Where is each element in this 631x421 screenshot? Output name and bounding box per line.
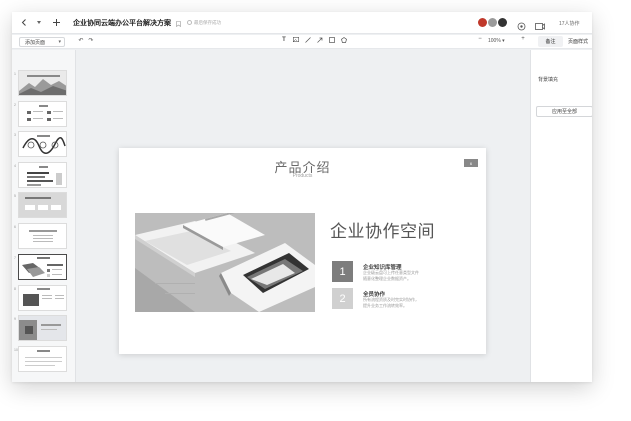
- thumbnail-item[interactable]: 8: [12, 285, 76, 311]
- tab-page-style-label: 页面样式: [567, 39, 588, 45]
- line-tool-icon[interactable]: [304, 37, 312, 45]
- slide-thumbnail-selected[interactable]: [18, 254, 67, 280]
- rectangle-tool-icon[interactable]: [328, 37, 336, 45]
- caret-down-icon: ▾: [58, 39, 61, 45]
- thumbnail-item[interactable]: 10: [12, 346, 76, 372]
- image-tool-icon[interactable]: [292, 37, 300, 44]
- slide-thumbnail[interactable]: [18, 70, 67, 96]
- editing-toolbar: 添加页面 ▾ ↶ ↷ T − 100% ▾ + 备注 页面样式: [12, 35, 592, 49]
- feature-number-box: 2: [332, 288, 353, 309]
- slide-thumbnail[interactable]: [18, 192, 67, 218]
- text-tool-icon[interactable]: T: [280, 37, 288, 43]
- thumbnail-item[interactable]: 7: [12, 254, 76, 280]
- zoom-in-icon[interactable]: +: [519, 36, 527, 42]
- avatar[interactable]: [498, 18, 507, 27]
- thumbnail-number: 5: [14, 194, 16, 198]
- editor-canvas[interactable]: 产品介绍 Products 6 企业协作空间 1 企业知识库管理 企业级云盘可上…: [77, 50, 529, 382]
- save-status-text: 最后保存成功: [194, 19, 221, 25]
- apply-all-button[interactable]: 应用至全部: [536, 106, 592, 117]
- slide-thumbnail[interactable]: [18, 223, 67, 249]
- shape-tool-icon[interactable]: [340, 37, 348, 45]
- feature-description[interactable]: 企业级云盘可上传任意类型文件随意化整理企业数据资产。: [363, 270, 419, 281]
- thumbnail-number: 8: [14, 287, 16, 291]
- zoom-level[interactable]: 100% ▾: [488, 38, 505, 44]
- slide-heading[interactable]: 企业协作空间: [330, 217, 435, 242]
- thumbnail-item[interactable]: 4: [12, 162, 76, 188]
- tab-notes-label: 备注: [545, 39, 556, 45]
- collaborator-avatars[interactable]: [477, 18, 507, 27]
- caret-down-icon[interactable]: [32, 16, 46, 30]
- apply-all-label: 应用至全部: [551, 109, 577, 115]
- background-fill-label: 背景填充: [538, 77, 559, 83]
- present-icon[interactable]: [535, 18, 545, 36]
- feature-description[interactable]: 所有流程资质及时完实时协作，提升业务工作流转效率。: [363, 297, 419, 308]
- thumbnail-number: 1: [14, 72, 16, 76]
- properties-panel: 背景填充 应用至全部: [530, 50, 592, 382]
- thumbnail-item[interactable]: 5: [12, 192, 76, 218]
- thumbnail-item[interactable]: 9: [12, 315, 76, 341]
- thumbnail-item[interactable]: 1: [12, 70, 76, 96]
- add-page-button[interactable]: 添加页面 ▾: [19, 37, 65, 47]
- plus-icon[interactable]: [49, 16, 63, 30]
- target-icon[interactable]: [517, 18, 526, 36]
- chevron-left-icon[interactable]: [17, 16, 31, 30]
- thumbnail-number: 4: [14, 164, 16, 168]
- avatar[interactable]: [488, 18, 497, 27]
- arrow-tool-icon[interactable]: [316, 37, 324, 45]
- slide[interactable]: 产品介绍 Products 6 企业协作空间 1 企业知识库管理 企业级云盘可上…: [119, 148, 486, 354]
- thumbnail-number: 9: [14, 317, 16, 321]
- bookmark-icon[interactable]: [176, 14, 181, 32]
- save-status: 最后保存成功: [187, 20, 221, 26]
- status-dot-icon: [187, 20, 192, 25]
- thumbnail-number: 6: [14, 225, 16, 229]
- slide-thumbnail[interactable]: [18, 285, 67, 311]
- thumbnail-item[interactable]: 6: [12, 223, 76, 249]
- avatar[interactable]: [478, 18, 487, 27]
- tab-notes[interactable]: 备注: [538, 36, 563, 47]
- top-bar: 企业协同云端办公平台解决方案 最后保存成功 17人协作: [12, 12, 592, 34]
- zoom-value: 100%: [488, 38, 501, 44]
- document-title[interactable]: 企业协同云端办公平台解决方案: [73, 18, 171, 28]
- slide-thumbnail[interactable]: [18, 346, 67, 372]
- slide-thumbnails-panel[interactable]: 1 2 3 4 5 6 7 8 9 10: [12, 50, 76, 382]
- tab-page-style[interactable]: 页面样式: [564, 36, 592, 47]
- slide-thumbnail[interactable]: [18, 101, 67, 127]
- feature-number-box: 1: [332, 261, 353, 282]
- app-window: 企业协同云端办公平台解决方案 最后保存成功 17人协作 添加页面 ▾ ↶ ↷ T: [12, 12, 592, 382]
- thumbnail-number: 7: [14, 256, 16, 260]
- page-number-badge: 6: [464, 159, 478, 167]
- slide-thumbnail[interactable]: [18, 162, 67, 188]
- thumbnail-item[interactable]: 2: [12, 101, 76, 127]
- thumbnail-number: 2: [14, 103, 16, 107]
- slide-thumbnail[interactable]: [18, 131, 67, 157]
- slide-thumbnail[interactable]: [18, 315, 67, 341]
- thumbnail-item[interactable]: 3: [12, 131, 76, 157]
- product-image[interactable]: [135, 213, 315, 312]
- zoom-out-icon[interactable]: −: [476, 36, 484, 42]
- add-page-label: 添加页面: [25, 39, 46, 46]
- slide-subtitle[interactable]: Products: [119, 173, 486, 179]
- undo-icon[interactable]: ↶: [77, 37, 85, 44]
- redo-icon[interactable]: ↷: [87, 37, 95, 44]
- thumbnail-number: 3: [14, 133, 16, 137]
- collab-count[interactable]: 17人协作: [559, 20, 580, 27]
